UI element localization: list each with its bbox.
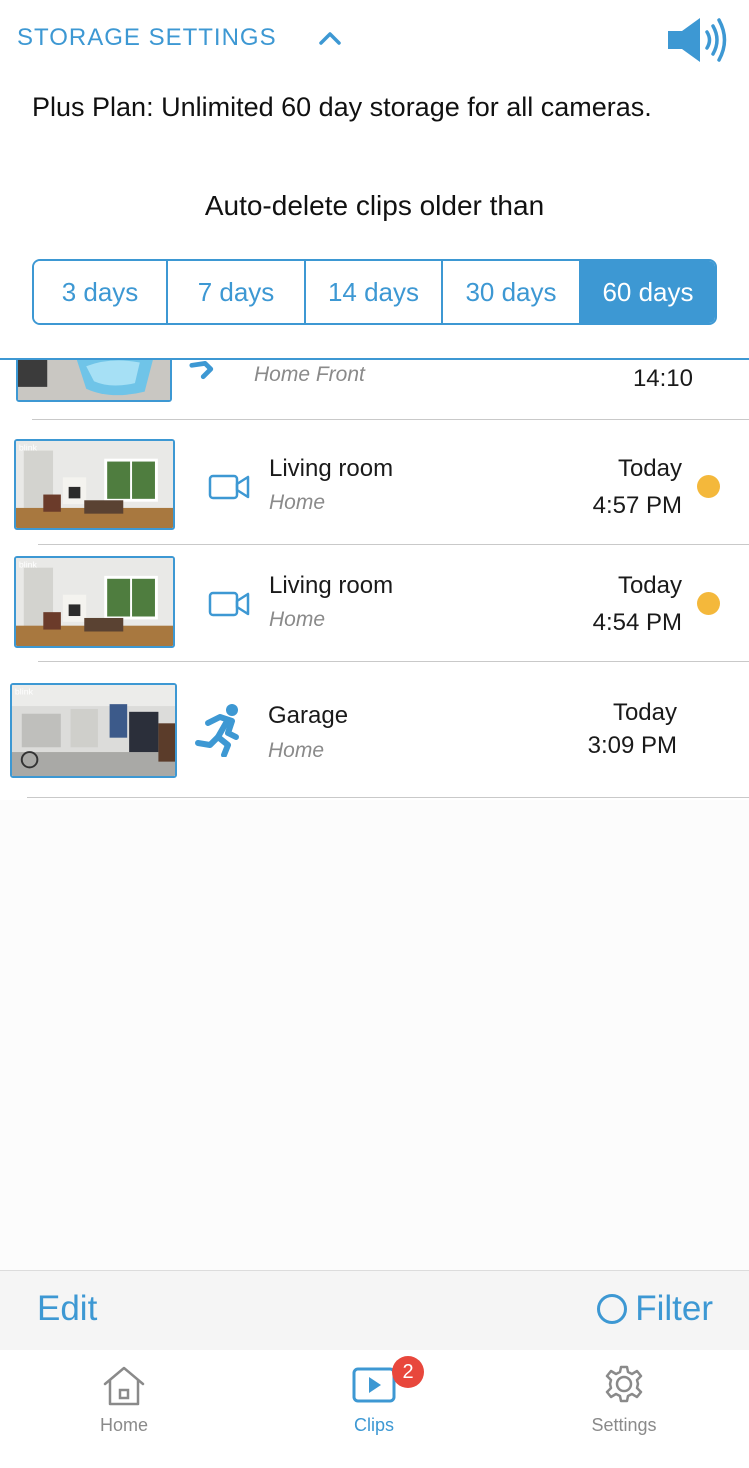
segment-14-days[interactable]: 14 days: [306, 261, 443, 323]
storage-settings-header[interactable]: STORAGE SETTINGS: [0, 0, 749, 80]
tab-home-label: Home: [99, 1415, 148, 1435]
clip-location: Home Front: [254, 363, 365, 386]
chevron-up-icon[interactable]: [318, 28, 342, 48]
clip-row[interactable]: Home Front 14:10: [0, 360, 749, 420]
clip-row[interactable]: blink Garage Home Today 3:09 PM: [0, 661, 749, 797]
tab-settings[interactable]: Settings: [524, 1350, 724, 1468]
clip-time: 14:10: [632, 365, 693, 392]
gear-icon: [605, 1365, 643, 1403]
unwatched-indicator: [697, 592, 720, 615]
edit-button[interactable]: Edit: [37, 1289, 97, 1329]
tab-home[interactable]: Home: [24, 1350, 224, 1468]
edit-filter-toolbar: Edit Filter: [0, 1270, 749, 1350]
clips-badge: 2: [392, 1356, 424, 1388]
video-camera-icon: [208, 591, 250, 617]
clip-day: Today: [612, 699, 677, 726]
motion-icon: [189, 361, 214, 380]
clip-location: Home: [268, 739, 325, 762]
home-icon: [103, 1366, 145, 1406]
clip-row[interactable]: blink Living room Home Today 4:54 PM: [0, 544, 749, 661]
segment-30-days[interactable]: 30 days: [443, 261, 581, 323]
clip-time: 4:54 PM: [592, 609, 682, 636]
tab-settings-label: Settings: [591, 1415, 657, 1435]
running-person-icon: [195, 704, 239, 757]
segment-3-days[interactable]: 3 days: [34, 261, 168, 323]
clip-camera-name: Garage: [268, 702, 349, 729]
tab-bar: Home 2 Clips Settings: [0, 1350, 749, 1468]
clip-camera-name: Living room: [269, 455, 394, 482]
clip-row[interactable]: blink Living room Home Today 4:57 PM: [0, 420, 749, 544]
clip-day: Today: [617, 455, 682, 482]
clip-thumbnail[interactable]: blink: [14, 556, 175, 648]
svg-text:blink: blink: [19, 443, 38, 453]
clip-day: Today: [617, 572, 682, 599]
clip-thumbnail[interactable]: blink: [14, 439, 175, 530]
tab-clips[interactable]: 2 Clips: [274, 1350, 474, 1468]
clip-thumbnail[interactable]: blink: [10, 683, 177, 778]
clip-camera-name: Living room: [269, 572, 394, 599]
clip-time: 4:57 PM: [592, 492, 682, 519]
auto-delete-label: Auto-delete clips older than: [204, 190, 545, 221]
clip-location: Home: [269, 608, 326, 631]
segment-60-days[interactable]: 60 days: [581, 261, 715, 323]
row-divider: [27, 797, 749, 798]
storage-settings-title[interactable]: STORAGE SETTINGS: [17, 24, 277, 52]
clip-location: Home: [269, 491, 326, 514]
clip-thumbnail[interactable]: [16, 360, 172, 402]
plan-description: Plus Plan: Unlimited 60 day storage for …: [32, 92, 652, 122]
empty-list-area: [0, 800, 749, 1270]
clips-play-icon: [352, 1367, 396, 1403]
speaker-icon[interactable]: [666, 16, 728, 64]
unwatched-indicator: [697, 475, 720, 498]
filter-circle-icon: [597, 1294, 628, 1324]
filter-button[interactable]: Filter: [597, 1289, 713, 1329]
auto-delete-segmented-control: 3 days 7 days 14 days 30 days 60 days: [32, 259, 717, 325]
video-camera-icon: [208, 474, 250, 500]
segment-7-days[interactable]: 7 days: [168, 261, 306, 323]
tab-clips-label: Clips: [353, 1415, 394, 1435]
clip-list[interactable]: Home Front 14:10 blink Living room Home …: [0, 360, 749, 805]
clip-time: 3:09 PM: [587, 732, 677, 759]
svg-text:blink: blink: [19, 560, 38, 570]
svg-text:blink: blink: [15, 687, 34, 697]
filter-label: Filter: [635, 1289, 713, 1328]
